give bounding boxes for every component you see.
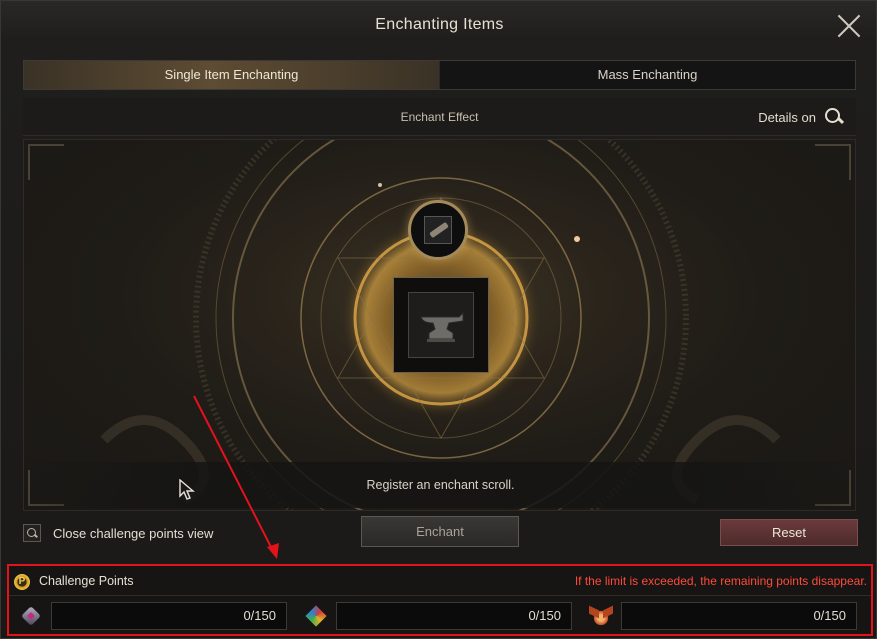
enchanting-window: Enchanting Items Single Item Enchanting … xyxy=(0,0,877,639)
register-scroll-message: Register an enchant scroll. xyxy=(24,462,855,508)
anvil-icon xyxy=(408,292,474,358)
gem-icon xyxy=(21,606,41,626)
challenge-point-entry: 0/150 xyxy=(591,602,859,630)
magnifier-icon xyxy=(23,524,41,542)
close-icon[interactable] xyxy=(836,13,862,39)
challenge-point-entry: 0/150 xyxy=(21,602,289,630)
window-title: Enchanting Items xyxy=(375,16,504,33)
challenge-points-row: 0/150 0/150 0/150 xyxy=(9,598,871,634)
close-challenge-points-toggle[interactable]: Close challenge points view xyxy=(23,524,213,542)
frame-corner xyxy=(815,144,851,180)
enchant-button[interactable]: Enchant xyxy=(361,516,519,547)
tab-mass-enchanting[interactable]: Mass Enchanting xyxy=(440,61,855,89)
challenge-point-entry: 0/150 xyxy=(305,602,574,630)
details-on-label: Details on xyxy=(758,109,816,125)
close-challenge-points-label: Close challenge points view xyxy=(53,525,214,541)
challenge-point-value: 0/150 xyxy=(621,602,857,630)
challenge-point-value: 0/150 xyxy=(336,602,572,630)
challenge-points-title: Challenge Points xyxy=(39,574,134,588)
challenge-points-header: P Challenge Points If the limit is excee… xyxy=(9,566,871,596)
crystal-icon xyxy=(305,605,327,627)
search-icon xyxy=(824,107,844,127)
frame-corner xyxy=(28,144,64,180)
enchant-effect-label: Enchant Effect xyxy=(400,110,479,124)
wings-icon xyxy=(591,606,611,626)
mouse-cursor-icon xyxy=(179,479,195,500)
points-icon: P xyxy=(14,574,30,590)
challenge-point-value: 0/150 xyxy=(51,602,287,630)
enchant-scroll-icon xyxy=(424,216,452,244)
reset-button[interactable]: Reset xyxy=(720,519,858,546)
details-on-button[interactable]: Details on xyxy=(758,98,844,136)
tab-single-item-enchanting[interactable]: Single Item Enchanting xyxy=(24,61,440,89)
challenge-points-panel: P Challenge Points If the limit is excee… xyxy=(7,564,873,636)
enchant-effect-bar: Enchant Effect Details on xyxy=(23,98,856,136)
tab-bar: Single Item Enchanting Mass Enchanting xyxy=(23,60,856,90)
enchant-stage: Register an enchant scroll. xyxy=(23,139,856,511)
enchant-item-slot[interactable] xyxy=(393,277,489,373)
enchant-scroll-slot[interactable] xyxy=(408,200,468,260)
limit-warning: If the limit is exceeded, the remaining … xyxy=(574,574,867,588)
